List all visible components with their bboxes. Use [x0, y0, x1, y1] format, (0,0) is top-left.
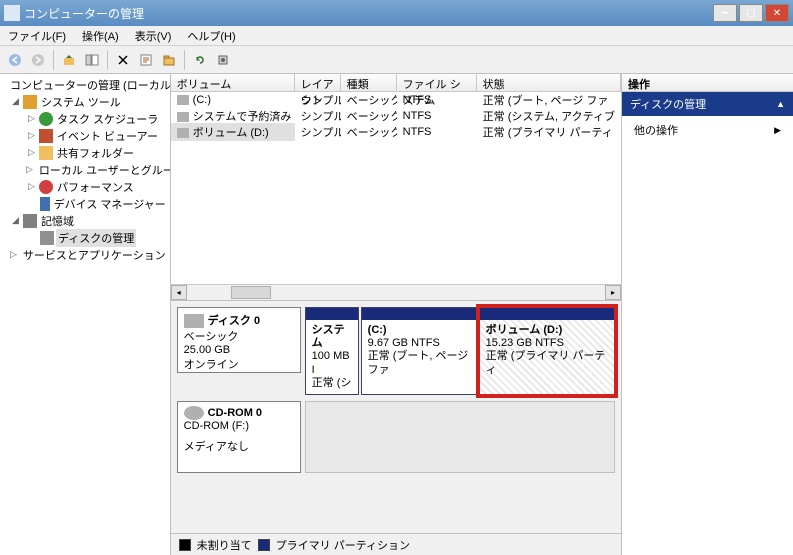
forward-button[interactable]	[27, 49, 49, 71]
legend-label-unallocated: 未割り当て	[197, 537, 252, 553]
menu-help[interactable]: ヘルプ(H)	[183, 26, 239, 46]
collapse-icon[interactable]: ◢	[10, 96, 21, 107]
menubar: ファイル(F) 操作(A) 表示(V) ヘルプ(H)	[0, 26, 793, 46]
tree-device-manager[interactable]: デバイス マネージャー	[2, 195, 168, 212]
partition-system-reserved[interactable]: システム100 MB I正常 (シ	[305, 307, 359, 395]
tree-services-apps[interactable]: ▷サービスとアプリケーション	[2, 246, 168, 263]
open-button[interactable]	[158, 49, 180, 71]
toolbar	[0, 46, 793, 74]
scroll-right-button[interactable]: ▸	[605, 285, 621, 300]
window-titlebar: コンピューターの管理 ━ ▢ ✕	[0, 0, 793, 26]
menu-file[interactable]: ファイル(F)	[4, 26, 70, 46]
tools-icon	[23, 95, 37, 109]
show-hide-tree-button[interactable]	[81, 49, 103, 71]
menu-view[interactable]: 表示(V)	[131, 26, 176, 46]
clock-icon	[39, 112, 53, 126]
delete-button[interactable]	[112, 49, 134, 71]
back-button[interactable]	[4, 49, 26, 71]
menu-action[interactable]: 操作(A)	[78, 26, 123, 46]
volume-row[interactable]: システムで予約済み シンプル ベーシック NTFS 正常 (システム, アクティ…	[171, 108, 621, 124]
expand-icon[interactable]: ▷	[10, 249, 17, 260]
col-layout[interactable]: レイアウト	[295, 74, 341, 91]
tree-system-tools[interactable]: ◢システム ツール	[2, 93, 168, 110]
tree-root[interactable]: コンピューターの管理 (ローカル)	[2, 76, 168, 93]
expand-icon[interactable]: ▷	[26, 130, 37, 141]
actions-header: 操作	[622, 74, 793, 92]
minimize-button[interactable]: ━	[713, 4, 737, 22]
expand-icon[interactable]: ▷	[26, 164, 33, 175]
disk-0-info[interactable]: ディスク 0 ベーシック 25.00 GB オンライン	[177, 307, 301, 373]
volume-row[interactable]: ボリューム (D:) シンプル ベーシック NTFS 正常 (プライマリ パーテ…	[171, 124, 621, 140]
tree-task-scheduler[interactable]: ▷タスク スケジューラ	[2, 110, 168, 127]
volume-list[interactable]: ボリューム レイアウト 種類 ファイル システム 状態 (C:) シンプル ベー…	[171, 74, 621, 300]
col-status[interactable]: 状態	[477, 74, 621, 91]
storage-icon	[23, 214, 37, 228]
volume-list-header: ボリューム レイアウト 種類 ファイル システム 状態	[171, 74, 621, 92]
actions-section-disk-management[interactable]: ディスクの管理 ▲	[622, 92, 793, 116]
tree-shared-folders[interactable]: ▷共有フォルダー	[2, 144, 168, 161]
tree-disk-management[interactable]: ディスクの管理	[2, 229, 168, 246]
expand-icon[interactable]: ▷	[26, 147, 37, 158]
cdrom-icon	[184, 406, 204, 420]
scroll-left-button[interactable]: ◂	[171, 285, 187, 300]
partition-d[interactable]: ボリューム (D:)15.23 GB NTFS正常 (プライマリ パーティ	[479, 307, 615, 395]
navigation-tree[interactable]: コンピューターの管理 (ローカル) ◢システム ツール ▷タスク スケジューラ …	[0, 74, 171, 555]
volume-row[interactable]: (C:) シンプル ベーシック NTFS 正常 (ブート, ページ ファ	[171, 92, 621, 108]
disk-graphical-view: ディスク 0 ベーシック 25.00 GB オンライン システム100 MB I…	[171, 300, 621, 533]
actions-more-link[interactable]: 他の操作 ▶	[622, 116, 793, 144]
volume-icon	[177, 95, 189, 105]
close-button[interactable]: ✕	[765, 4, 789, 22]
event-icon	[39, 129, 53, 143]
collapse-icon[interactable]: ◢	[10, 215, 21, 226]
maximize-button[interactable]: ▢	[739, 4, 763, 22]
legend-swatch-primary	[258, 539, 270, 551]
tree-performance[interactable]: ▷パフォーマンス	[2, 178, 168, 195]
partition-c[interactable]: (C:)9.67 GB NTFS正常 (ブート, ページ ファ	[361, 307, 477, 395]
performance-icon	[39, 180, 53, 194]
tree-storage[interactable]: ◢記憶域	[2, 212, 168, 229]
disk-icon	[40, 231, 54, 245]
expand-icon[interactable]: ▷	[26, 181, 37, 192]
up-button[interactable]	[58, 49, 80, 71]
expand-icon[interactable]: ▷	[26, 113, 37, 124]
legend-label-primary: プライマリ パーティション	[276, 537, 410, 553]
disk-icon	[184, 314, 204, 328]
chevron-up-icon: ▲	[776, 99, 785, 109]
cdrom-empty	[305, 401, 615, 473]
window-title: コンピューターの管理	[24, 5, 713, 22]
refresh-button[interactable]	[189, 49, 211, 71]
volume-icon	[177, 128, 189, 138]
horizontal-scrollbar[interactable]: ◂ ▸	[171, 284, 621, 300]
disk-row-0: ディスク 0 ベーシック 25.00 GB オンライン システム100 MB I…	[177, 307, 615, 395]
app-icon	[4, 5, 20, 21]
col-type[interactable]: 種類	[341, 74, 397, 91]
legend-swatch-unallocated	[179, 539, 191, 551]
scroll-thumb[interactable]	[231, 286, 271, 299]
cdrom-info[interactable]: CD-ROM 0 CD-ROM (F:) メディアなし	[177, 401, 301, 473]
tree-event-viewer[interactable]: ▷イベント ビューアー	[2, 127, 168, 144]
tree-local-users[interactable]: ▷ローカル ユーザーとグループ	[2, 161, 168, 178]
content-pane: ボリューム レイアウト 種類 ファイル システム 状態 (C:) シンプル ベー…	[171, 74, 622, 555]
settings-button[interactable]	[212, 49, 234, 71]
properties-button[interactable]	[135, 49, 157, 71]
actions-pane: 操作 ディスクの管理 ▲ 他の操作 ▶	[622, 74, 793, 555]
device-manager-icon	[40, 197, 50, 211]
folder-icon	[39, 146, 53, 160]
legend: 未割り当て プライマリ パーティション	[171, 533, 621, 555]
col-filesystem[interactable]: ファイル システム	[397, 74, 477, 91]
volume-icon	[177, 112, 189, 122]
arrow-right-icon: ▶	[774, 125, 781, 136]
col-volume[interactable]: ボリューム	[171, 74, 295, 91]
disk-row-cdrom: CD-ROM 0 CD-ROM (F:) メディアなし	[177, 401, 615, 473]
